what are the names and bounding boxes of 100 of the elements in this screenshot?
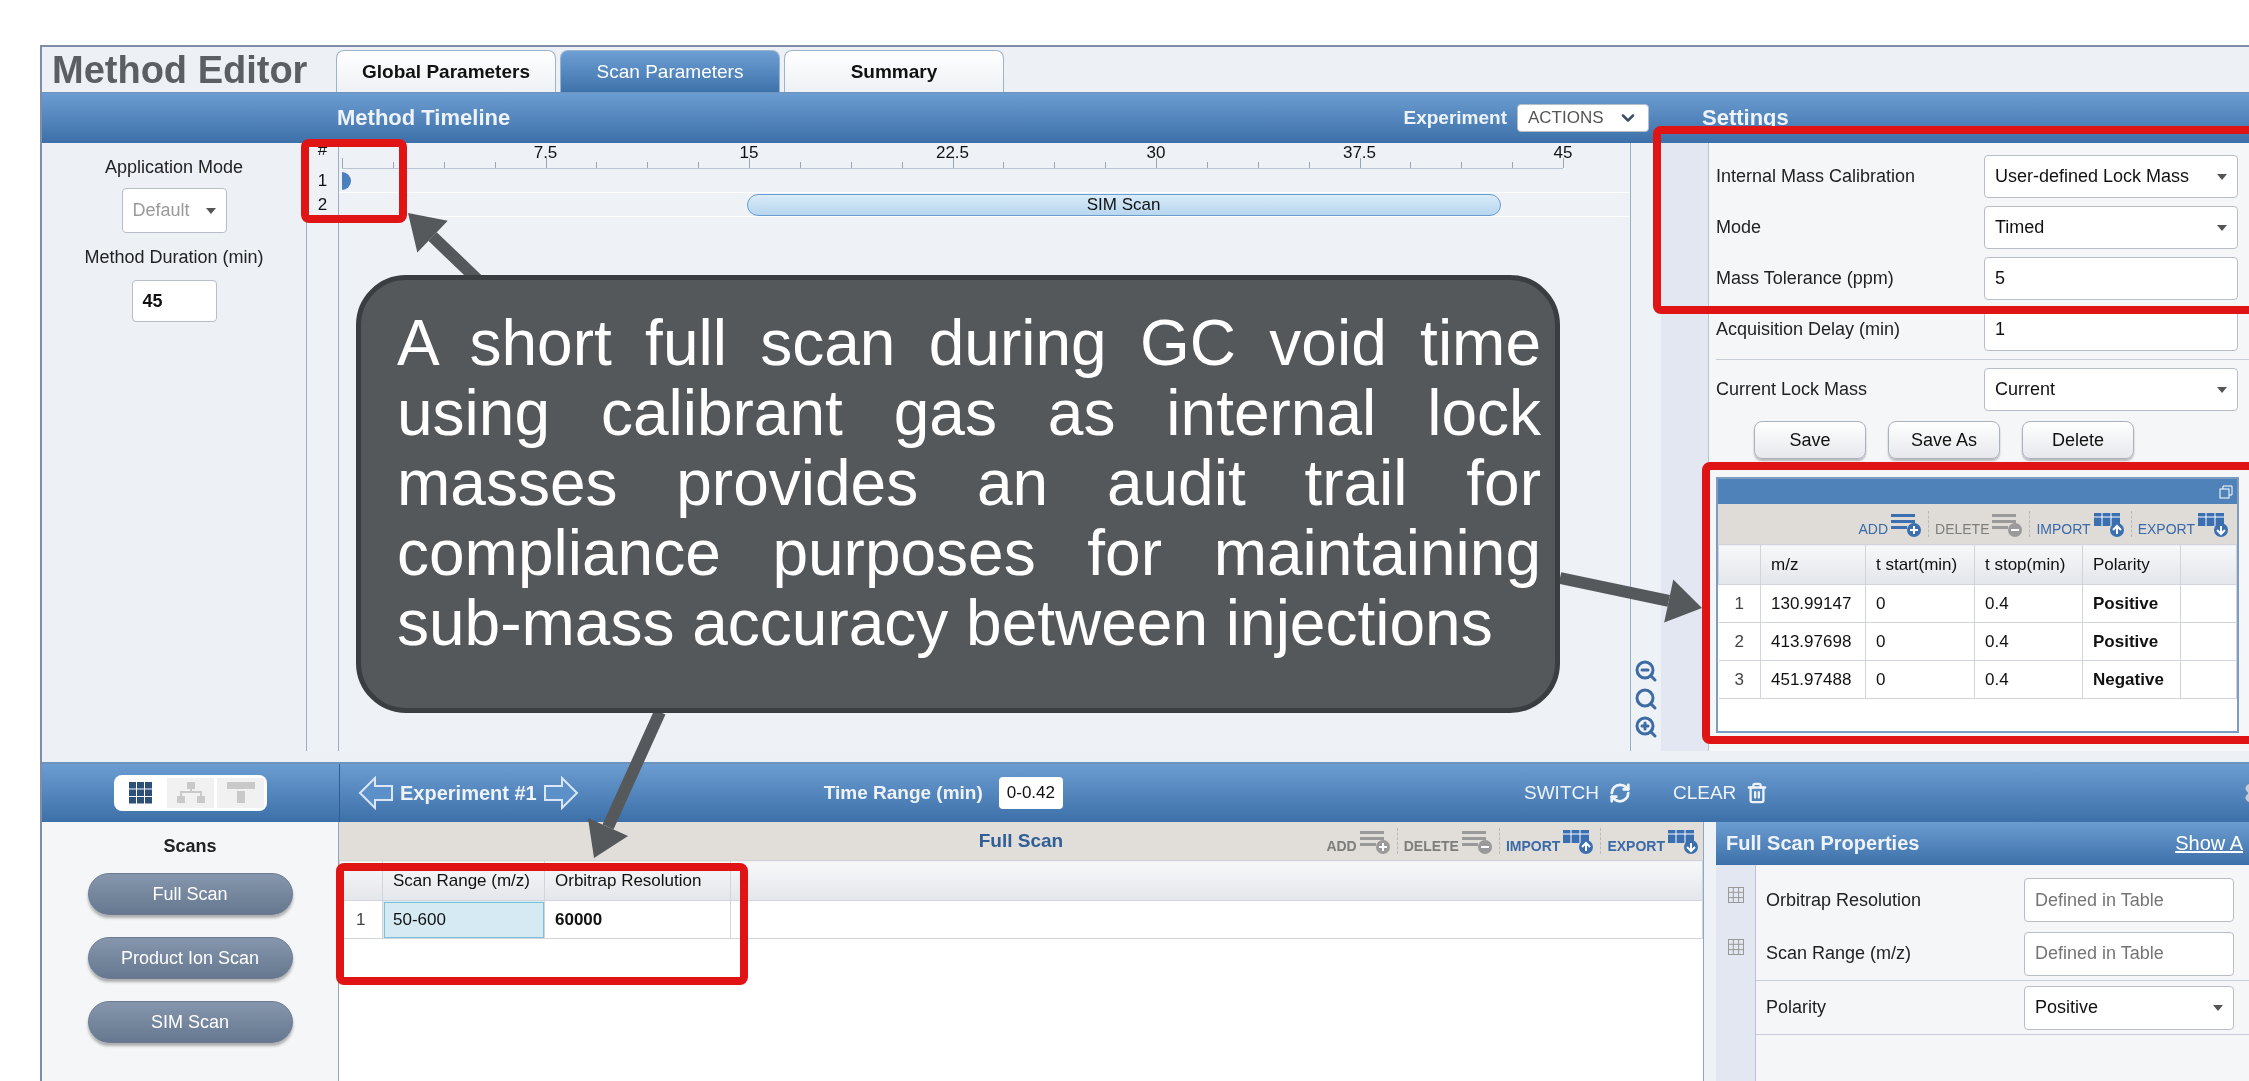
axis-tick-label: 30: [1146, 143, 1166, 163]
row-number: 3: [1718, 660, 1761, 699]
scan-type-button[interactable]: Product Ion Scan: [87, 937, 293, 979]
input-field[interactable]: Defined in Table: [2024, 931, 2234, 976]
timeline-marker[interactable]: [342, 172, 351, 190]
field-label: Method Duration (min): [84, 247, 264, 268]
table-cell: Positive: [2082, 622, 2181, 661]
table-cell: 130.99147: [1760, 584, 1866, 623]
action-button[interactable]: Delete: [2022, 421, 2134, 459]
refresh-icon: [1608, 782, 1631, 804]
delete-icon: [1460, 828, 1493, 854]
search-icon[interactable]: [1634, 687, 1658, 711]
field-label: Orbitrap Resolution: [1766, 889, 1923, 911]
row-number: 2: [1718, 622, 1761, 661]
column-header: Polarity: [2082, 544, 2181, 585]
dropdown[interactable]: Current: [1984, 368, 2238, 411]
axis-tick-label: 7.5: [533, 143, 558, 163]
table-cell: 0.4: [1974, 622, 2083, 661]
action-button[interactable]: Save: [1754, 421, 1866, 459]
add-icon: [1890, 511, 1922, 537]
import-icon: [1562, 828, 1595, 854]
time-range-label: Time Range (min): [823, 782, 983, 804]
field-label: Scan Range (m/z): [1766, 943, 1913, 964]
time-range-input[interactable]: 0-0.42: [998, 777, 1063, 809]
dropdown-caret-icon: [2213, 1004, 2223, 1011]
toolbar-button[interactable]: ADD: [1852, 511, 1922, 537]
dropdown-caret-icon: [2217, 173, 2227, 180]
field-label: Internal Mass Calibration: [1716, 166, 1917, 187]
scan-segment[interactable]: SIM Scan: [746, 194, 1501, 216]
trash-icon: [1746, 782, 1769, 804]
table-cell: Positive: [2082, 584, 2181, 623]
actions-dropdown[interactable]: ACTIONS: [1517, 104, 1649, 132]
scan-type-button[interactable]: SIM Scan: [87, 1001, 293, 1043]
axis-tick-label: 22.5: [935, 143, 970, 163]
panel-title: Settings: [1702, 105, 1789, 131]
action-button[interactable]: Save As: [1888, 421, 2000, 459]
zoom-out-icon[interactable]: [1634, 659, 1658, 683]
duration-input[interactable]: 45: [131, 280, 217, 322]
axis-tick-label: 37.5: [1342, 143, 1377, 163]
window-title: Method Editor: [52, 47, 309, 92]
import-icon: [2092, 511, 2125, 537]
table-title: Full Scan: [978, 830, 1064, 852]
toolbar-button[interactable]: IMPORT: [2029, 511, 2125, 537]
callout-text: A short full scan during GC void time using calibrant gas as internal lock masses provides an audit trail for compliance purposes for maintaining sub-mass accuracy between injections: [356, 275, 1560, 713]
input-field[interactable]: 5: [1984, 257, 2238, 300]
column-header: [1718, 544, 1761, 585]
zoom-in-icon[interactable]: [1634, 715, 1658, 739]
scan-type-button[interactable]: Full Scan: [87, 873, 293, 915]
table-cell: 0: [1865, 622, 1975, 661]
column-header: t start(min): [1865, 544, 1975, 585]
tab[interactable]: Summary: [784, 50, 1004, 92]
tab[interactable]: Global Parameters: [336, 50, 556, 92]
table-cell: 451.97488: [1760, 660, 1866, 699]
hierarchy-icon: [176, 782, 205, 804]
row-number: 1: [1718, 584, 1761, 623]
grid-icon: [1727, 887, 1744, 903]
show-all-link[interactable]: Show A: [2175, 832, 2243, 855]
export-icon: [1667, 828, 1699, 854]
field-label: Application Mode: [104, 157, 244, 178]
restore-window-icon[interactable]: [2219, 484, 2233, 499]
table-cell: 0: [1865, 660, 1975, 699]
axis-tick-label: 45: [1553, 143, 1573, 163]
axis-tick-label: 15: [739, 143, 759, 163]
dropdown[interactable]: Positive: [2024, 985, 2234, 1030]
field-label: Current Lock Mass: [1716, 379, 1869, 400]
table-cell: Negative: [2082, 660, 2181, 699]
row-number: 2: [317, 194, 328, 216]
dropdown[interactable]: Timed: [1984, 206, 2238, 249]
toolbar-button[interactable]: EXPORT: [2130, 511, 2229, 537]
column-header: m/z: [1760, 544, 1866, 585]
toolbar-button[interactable]: EXPORT: [1600, 828, 1699, 854]
table-cell[interactable]: 50-600: [382, 900, 545, 939]
panel-title: Full Scan Properties: [1726, 832, 1920, 855]
layout-icon: [226, 782, 255, 804]
dropdown-caret-icon: [2217, 386, 2227, 393]
input-field[interactable]: Defined in Table: [2024, 878, 2234, 922]
field-label: Acquisition Delay (min): [1716, 319, 1902, 340]
toolbar-button[interactable]: IMPORT: [1498, 828, 1595, 854]
table-cell: 0.4: [1974, 660, 2083, 699]
panel-title: Method Timeline: [337, 105, 511, 131]
add-icon: [1358, 828, 1391, 854]
column-header: t stop(min): [1974, 544, 2083, 585]
experiment-label: Experiment #1: [400, 781, 537, 805]
forward-arrow-icon[interactable]: [542, 776, 579, 810]
table-cell: 0.4: [1974, 584, 2083, 623]
experiment-label: Experiment: [1403, 107, 1507, 129]
back-arrow-icon[interactable]: [358, 776, 394, 810]
tab[interactable]: Scan Parameters: [560, 50, 780, 92]
dropdown-caret-icon: [2217, 224, 2227, 231]
export-icon: [2197, 511, 2229, 537]
table-cell: 0: [1865, 584, 1975, 623]
field-label: Mode: [1716, 217, 1763, 238]
grid-icon: [128, 782, 153, 804]
dropdown-caret-icon: [205, 207, 216, 214]
row-number: 1: [317, 170, 328, 192]
table-cell[interactable]: 60000: [544, 900, 731, 939]
dropdown[interactable]: User-defined Lock Mass: [1984, 155, 2238, 198]
field-label: Polarity: [1766, 997, 1828, 1018]
field-label: Mass Tolerance (ppm): [1716, 268, 1895, 289]
grid-icon: [1727, 939, 1744, 955]
